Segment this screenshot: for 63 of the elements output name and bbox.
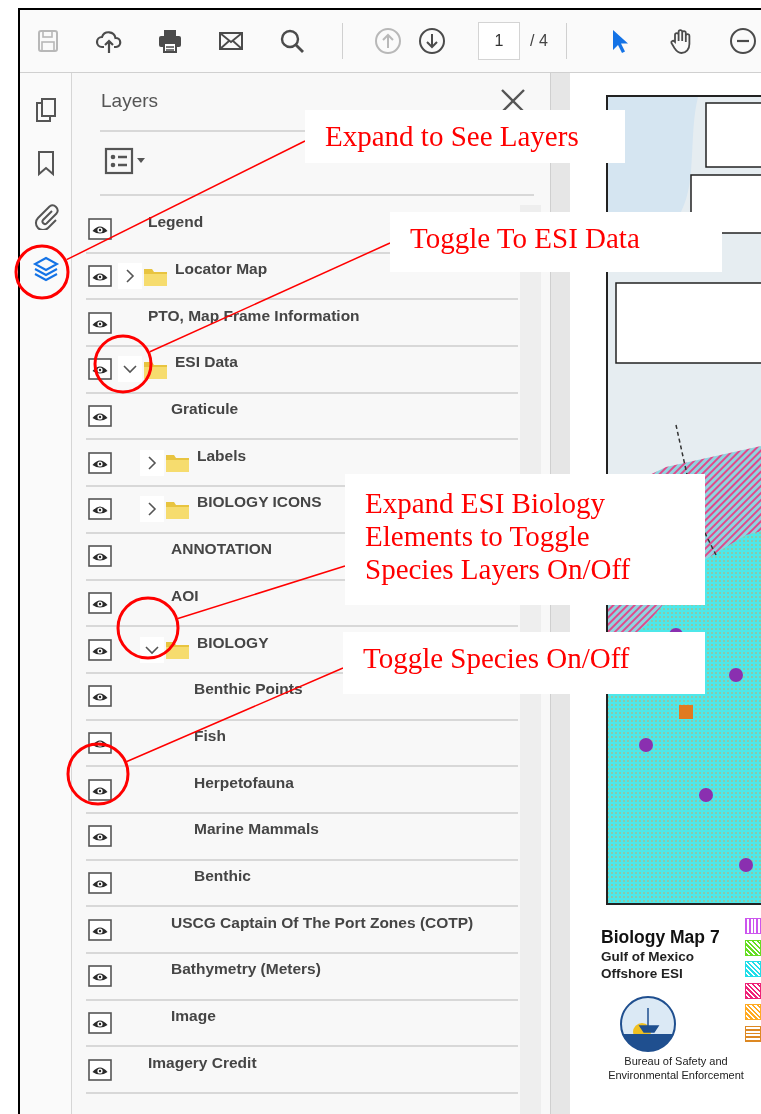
- highlight-circle: [93, 334, 153, 394]
- visibility-toggle[interactable]: [88, 451, 112, 474]
- agency-name: Bureau of Safety and Environmental Enforcement: [607, 1054, 745, 1082]
- layer-name[interactable]: BIOLOGY ICONS: [197, 493, 322, 526]
- visibility-toggle[interactable]: [88, 778, 112, 801]
- layer-name[interactable]: Locator Map: [175, 260, 268, 293]
- printer-icon: [156, 27, 184, 55]
- layer-name[interactable]: Labels: [197, 446, 247, 479]
- layer-name[interactable]: Legend: [148, 213, 204, 246]
- map-title: Biology Map 7: [601, 927, 721, 948]
- layer-name[interactable]: Fish: [194, 726, 226, 759]
- layer-name[interactable]: PTO, Map Frame Information: [148, 306, 360, 339]
- panel-title: Layers: [101, 90, 159, 112]
- visibility-toggle[interactable]: [88, 918, 112, 941]
- down-arrow-circle-icon: [418, 27, 446, 55]
- highlight-circle: [14, 244, 70, 300]
- visibility-toggle[interactable]: [88, 825, 112, 848]
- layer-name[interactable]: Bathymetry (Meters): [171, 960, 321, 993]
- visibility-toggle[interactable]: [88, 218, 112, 241]
- page-count: / 4: [530, 32, 548, 50]
- page-number-field[interactable]: 1: [478, 22, 520, 60]
- visibility-toggle[interactable]: [88, 871, 112, 894]
- layer-name[interactable]: Imagery Credit: [148, 1053, 257, 1086]
- layer-name[interactable]: Graticule: [171, 400, 239, 433]
- layer-name[interactable]: ESI Data: [175, 353, 238, 386]
- map-subtitle: Gulf of Mexico: [601, 948, 695, 965]
- layer-name[interactable]: Benthic: [194, 866, 251, 899]
- expand-toggle[interactable]: [118, 263, 142, 290]
- search-icon: [278, 27, 306, 55]
- visibility-toggle[interactable]: [88, 1012, 112, 1035]
- layer-name[interactable]: Marine Mammals: [194, 820, 319, 853]
- visibility-toggle[interactable]: [88, 685, 112, 708]
- expand-toggle[interactable]: [140, 449, 164, 476]
- folder-icon: [165, 639, 190, 661]
- layer-name[interactable]: Image: [171, 1007, 216, 1040]
- layer-name[interactable]: ANNOTATION: [171, 540, 273, 573]
- layer-options-button[interactable]: [104, 147, 148, 175]
- visibility-toggle[interactable]: [88, 545, 112, 568]
- visibility-toggle[interactable]: [88, 498, 112, 521]
- layers-icon: [31, 255, 60, 283]
- layer-name[interactable]: BIOLOGY: [197, 633, 269, 666]
- visibility-toggle[interactable]: [88, 311, 112, 334]
- layer-name[interactable]: AOI: [171, 586, 199, 619]
- expand-toggle[interactable]: [118, 356, 142, 383]
- visibility-toggle[interactable]: [88, 591, 112, 614]
- folder-icon: [165, 452, 190, 474]
- expand-toggle[interactable]: [140, 496, 164, 523]
- emblem-icon: [620, 996, 676, 1052]
- callout: Expand to See Layers: [305, 110, 625, 163]
- visibility-toggle[interactable]: [88, 265, 112, 288]
- visibility-toggle[interactable]: [88, 638, 112, 661]
- map-subtitle: Offshore ESI: [601, 965, 684, 982]
- visibility-toggle[interactable]: [88, 965, 112, 988]
- callout: Toggle Species On/Off: [343, 632, 705, 694]
- layer-name[interactable]: Herpetofauna: [194, 773, 294, 806]
- highlight-circle: [66, 742, 130, 806]
- layer-name[interactable]: USCG Captain Of The Port Zones (COTP): [171, 913, 474, 946]
- visibility-toggle[interactable]: [88, 358, 112, 381]
- zoom-out-icon: [728, 27, 757, 55]
- up-arrow-circle-icon: [374, 27, 402, 55]
- callout: Expand ESI Biology Elements to Toggle Species Layers On/Off: [345, 474, 705, 605]
- visibility-toggle[interactable]: [88, 405, 112, 428]
- visibility-toggle[interactable]: [88, 1058, 112, 1081]
